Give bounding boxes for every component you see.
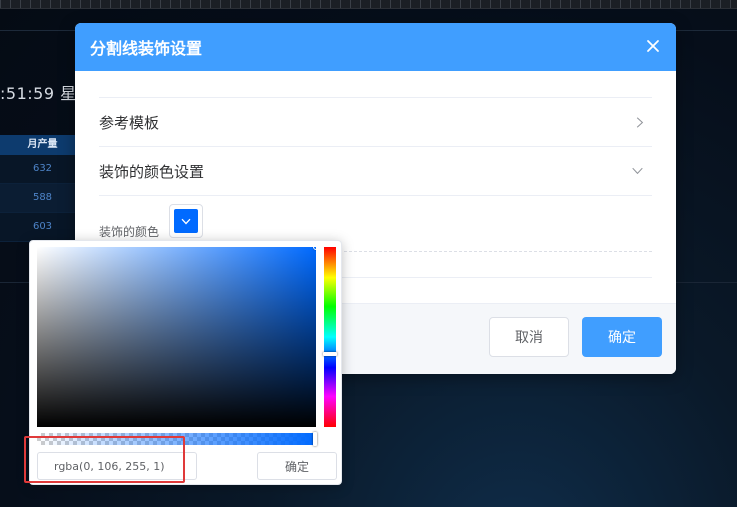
- chevron-right-icon: [636, 116, 644, 128]
- alpha-slider[interactable]: [37, 432, 317, 446]
- background-table-header: 月产量: [0, 135, 85, 155]
- background-table: 月产量 632 588 603: [0, 135, 85, 242]
- chevron-down-icon: [632, 167, 643, 175]
- close-icon[interactable]: [644, 36, 662, 58]
- table-row: 588: [0, 184, 85, 213]
- color-field-label: 装饰的颜色: [99, 225, 160, 239]
- color-value-input[interactable]: [37, 452, 197, 480]
- picker-confirm-button[interactable]: 确定: [257, 452, 337, 480]
- alpha-slider-thumb[interactable]: [313, 432, 317, 446]
- cancel-button[interactable]: 取消: [489, 317, 569, 357]
- color-picker-panel: 确定: [29, 240, 342, 485]
- section-label: 参考模板: [99, 113, 160, 132]
- confirm-button[interactable]: 确定: [582, 317, 662, 357]
- chevron-down-icon: [181, 218, 191, 224]
- color-picker-trigger[interactable]: [169, 204, 203, 238]
- section-decoration-color[interactable]: 装饰的颜色设置: [99, 147, 652, 196]
- background-ruler: [0, 0, 737, 9]
- section-reference-template[interactable]: 参考模板: [99, 98, 652, 147]
- table-row: 603: [0, 213, 85, 242]
- dialog-header: 分割线装饰设置: [75, 23, 676, 71]
- color-swatch: [174, 209, 198, 233]
- saturation-value-panel[interactable]: [37, 247, 316, 427]
- table-row: 632: [0, 155, 85, 184]
- section-label: 装饰的颜色设置: [99, 162, 205, 181]
- hue-slider-thumb[interactable]: [323, 352, 337, 357]
- dialog-title: 分割线装饰设置: [90, 39, 203, 58]
- hue-slider[interactable]: [323, 247, 337, 427]
- saturation-value-cursor[interactable]: [313, 247, 316, 250]
